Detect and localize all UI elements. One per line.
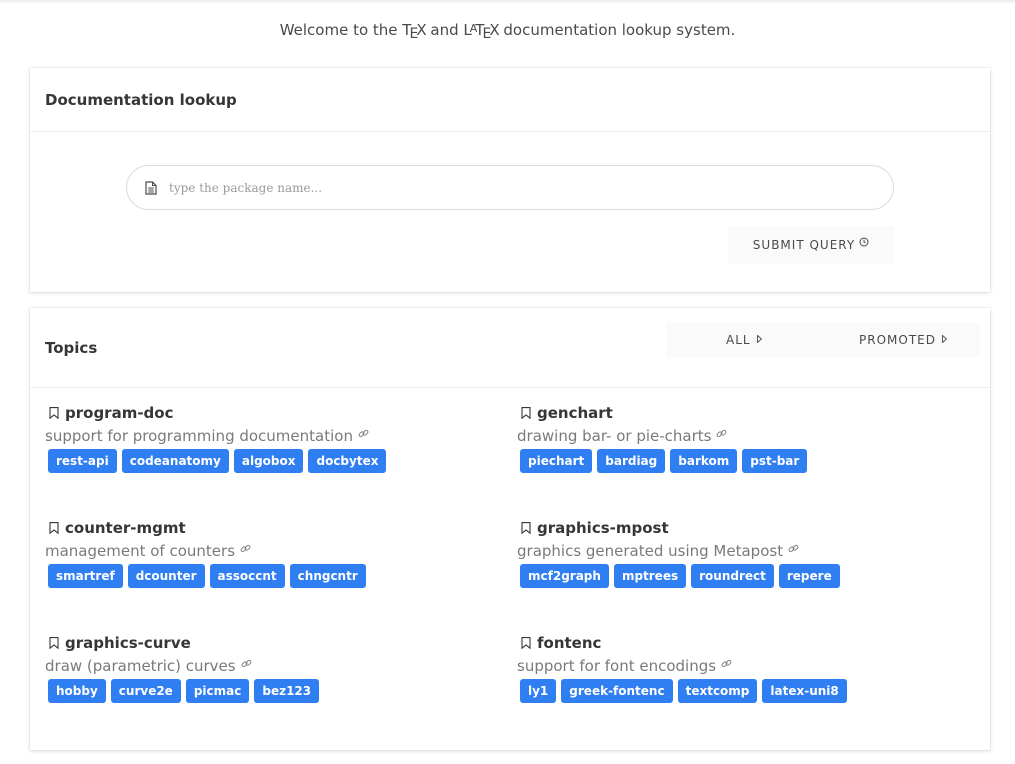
tag[interactable]: smartref xyxy=(48,564,123,588)
topic-description: management of counters xyxy=(45,542,251,560)
topic-graphics-curve: graphics-curve draw (parametric) curves … xyxy=(45,631,495,731)
topic-filters: ALL PROMOTED xyxy=(667,322,980,358)
topic-fontenc: fontenc support for font encodings ly1 g… xyxy=(517,631,967,731)
tex-logo: TEX xyxy=(402,21,426,42)
filter-all-button[interactable]: ALL xyxy=(726,322,762,358)
tag[interactable]: mcf2graph xyxy=(520,564,609,588)
topic-name[interactable]: graphics-curve xyxy=(65,634,191,652)
topic-description-text: graphics generated using Metapost xyxy=(517,542,784,560)
topic-header: graphics-curve xyxy=(45,631,191,655)
topic-name[interactable]: program-doc xyxy=(65,404,174,422)
topic-description: support for font encodings xyxy=(517,657,732,675)
link-icon[interactable] xyxy=(788,543,799,554)
tag[interactable]: greek-fontenc xyxy=(561,679,673,703)
bookmark-icon[interactable] xyxy=(521,522,531,534)
lookup-card: Documentation lookup SUBMIT QUERY xyxy=(30,68,990,292)
topic-graphics-mpost: graphics-mpost graphics generated using … xyxy=(517,516,967,616)
bookmark-icon[interactable] xyxy=(521,407,531,419)
topic-header: genchart xyxy=(517,401,613,425)
topic-tags: mcf2graph mptrees roundrect repere xyxy=(520,564,840,588)
welcome-suffix: documentation lookup system. xyxy=(503,21,736,39)
welcome-and: and xyxy=(430,21,459,39)
lookup-title: Documentation lookup xyxy=(45,90,237,109)
welcome-prefix: Welcome to the xyxy=(279,21,398,39)
topic-genchart: genchart drawing bar- or pie-charts piec… xyxy=(517,401,967,501)
tag[interactable]: barkom xyxy=(670,449,738,473)
tag[interactable]: codeanatomy xyxy=(121,449,229,473)
search-input[interactable] xyxy=(169,176,869,200)
topics-card-header: Topics ALL PROMOTED xyxy=(30,308,990,388)
tag[interactable]: latex-uni8 xyxy=(762,679,847,703)
lookup-card-header: Documentation lookup xyxy=(30,68,990,132)
caret-right-icon xyxy=(942,321,948,357)
topic-header: counter-mgmt xyxy=(45,516,186,540)
topic-description-text: management of counters xyxy=(45,542,236,560)
bookmark-icon[interactable] xyxy=(49,407,59,419)
tag[interactable]: chngcntr xyxy=(289,564,366,588)
tag[interactable]: hobby xyxy=(48,679,106,703)
link-icon[interactable] xyxy=(240,543,251,554)
topic-header: program-doc xyxy=(45,401,174,425)
caret-right-icon xyxy=(756,321,762,357)
tag[interactable]: assoccnt xyxy=(209,564,285,588)
tag[interactable]: textcomp xyxy=(677,679,758,703)
clock-icon xyxy=(859,236,869,250)
tag[interactable]: rest-api xyxy=(48,449,117,473)
topics-card: Topics ALL PROMOTED program-doc support … xyxy=(30,308,990,750)
link-icon[interactable] xyxy=(358,428,369,439)
latex-logo: LATEX xyxy=(463,21,499,42)
topic-tags: rest-api codeanatomy algobox docbytex xyxy=(48,449,387,473)
tag[interactable]: repere xyxy=(778,564,840,588)
topic-name[interactable]: fontenc xyxy=(537,634,601,652)
top-shadow xyxy=(0,0,1015,4)
bookmark-icon[interactable] xyxy=(49,522,59,534)
topic-tags: smartref dcounter assoccnt chngcntr xyxy=(48,564,366,588)
topic-name[interactable]: counter-mgmt xyxy=(65,519,186,537)
topic-counter-mgmt: counter-mgmt management of counters smar… xyxy=(45,516,495,616)
bookmark-icon[interactable] xyxy=(521,637,531,649)
tag[interactable]: piechart xyxy=(520,449,593,473)
topic-header: graphics-mpost xyxy=(517,516,669,540)
filter-promoted-button[interactable]: PROMOTED xyxy=(859,321,948,358)
tag[interactable]: pst-bar xyxy=(742,449,808,473)
topic-tags: piechart bardiag barkom pst-bar xyxy=(520,449,808,473)
topic-header: fontenc xyxy=(517,631,601,655)
search-box[interactable] xyxy=(126,165,894,210)
filter-promoted-label: PROMOTED xyxy=(859,333,936,347)
topic-description: support for programming documentation xyxy=(45,427,369,445)
tag[interactable]: curve2e xyxy=(110,679,181,703)
submit-query-label: SUBMIT QUERY xyxy=(752,237,856,252)
topic-description-text: support for programming documentation xyxy=(45,427,353,445)
tag[interactable]: mptrees xyxy=(613,564,687,588)
tag[interactable]: picmac xyxy=(185,679,250,703)
topics-title: Topics xyxy=(45,338,98,357)
welcome-text: Welcome to the TEX and LATEX documentati… xyxy=(0,21,1015,42)
bookmark-icon[interactable] xyxy=(49,637,59,649)
submit-query-button[interactable]: SUBMIT QUERY xyxy=(728,226,894,264)
tag[interactable]: roundrect xyxy=(691,564,774,588)
topic-tags: hobby curve2e picmac bez123 xyxy=(48,679,320,703)
topic-name[interactable]: graphics-mpost xyxy=(537,519,669,537)
topic-description-text: drawing bar- or pie-charts xyxy=(517,427,712,445)
tag[interactable]: bardiag xyxy=(597,449,666,473)
tag[interactable]: docbytex xyxy=(308,449,387,473)
link-icon[interactable] xyxy=(716,428,727,439)
link-icon[interactable] xyxy=(241,658,252,669)
topic-description-text: support for font encodings xyxy=(517,657,717,675)
topic-description: drawing bar- or pie-charts xyxy=(517,427,727,445)
topic-description-text: draw (parametric) curves xyxy=(45,657,236,675)
tag[interactable]: ly1 xyxy=(520,679,557,703)
topic-name[interactable]: genchart xyxy=(537,404,613,422)
topic-description: draw (parametric) curves xyxy=(45,657,252,675)
filter-all-label: ALL xyxy=(726,333,751,347)
topic-description: graphics generated using Metapost xyxy=(517,542,799,560)
tag[interactable]: algobox xyxy=(233,449,304,473)
tag[interactable]: dcounter xyxy=(127,564,205,588)
topic-tags: ly1 greek-fontenc textcomp latex-uni8 xyxy=(520,679,847,703)
document-icon xyxy=(145,181,157,195)
topic-program-doc: program-doc support for programming docu… xyxy=(45,401,495,501)
link-icon[interactable] xyxy=(721,658,732,669)
tag[interactable]: bez123 xyxy=(254,679,320,703)
